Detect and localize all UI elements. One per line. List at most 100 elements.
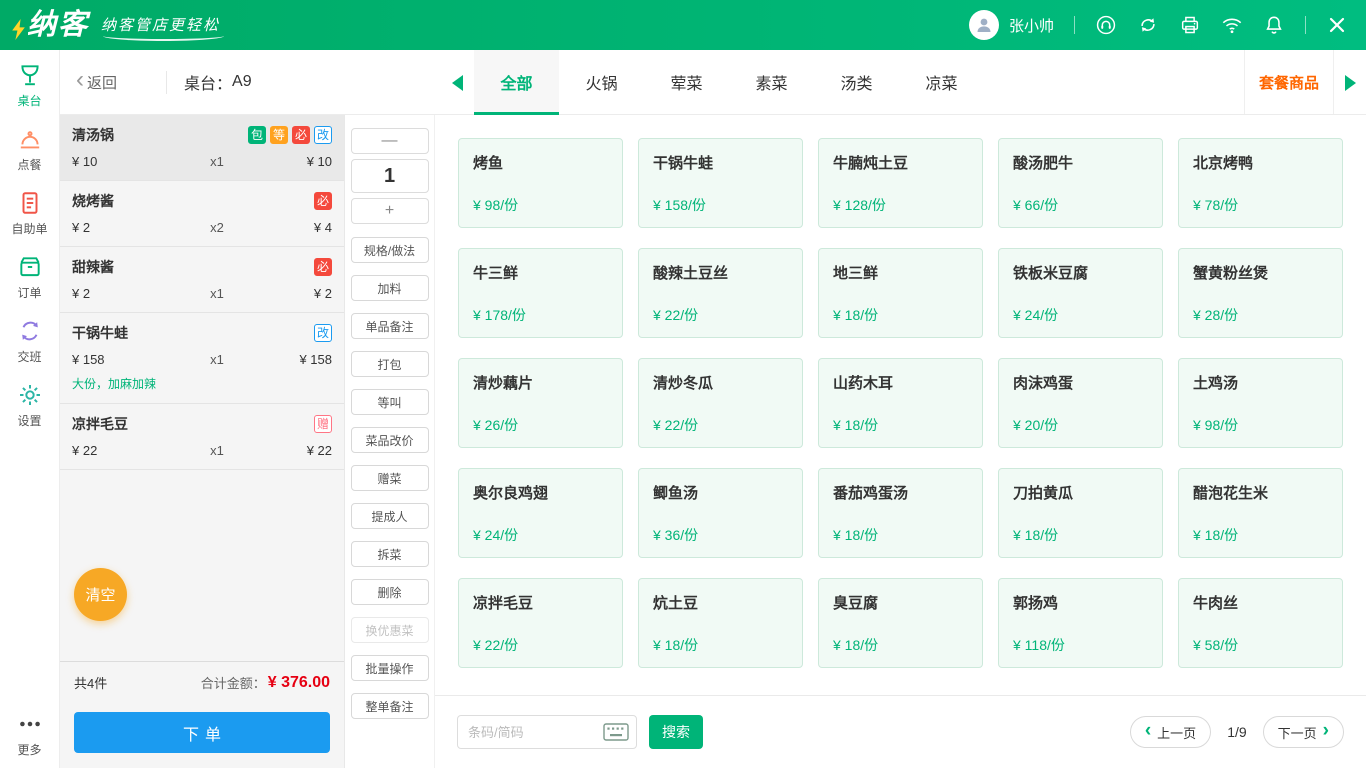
sidebar-item-shift[interactable]: 交班 [0, 318, 59, 365]
sidebar-item-self-order[interactable]: 自助单 [0, 190, 59, 237]
category-tab[interactable]: 火锅 [559, 50, 644, 114]
menu-item-card[interactable]: 酸辣土豆丝 ¥ 22/份 [638, 248, 803, 338]
order-item[interactable]: 甜辣酱 必 ¥ 2 x1 ¥ 2 [60, 247, 344, 313]
category-tab[interactable]: 汤类 [814, 50, 899, 114]
menu-item-price: ¥ 18/份 [833, 417, 879, 433]
order-item[interactable]: 干锅牛蛙 改 ¥ 158 x1 ¥ 158 大份，加麻加辣 [60, 313, 344, 404]
menu-item-card[interactable]: 酸汤肥牛 ¥ 66/份 [998, 138, 1163, 228]
action-button[interactable]: 提成人 [350, 503, 429, 529]
menu-item-card[interactable]: 干锅牛蛙 ¥ 158/份 [638, 138, 803, 228]
quantity-stepper: — 1 + [350, 128, 429, 224]
qty-plus-button[interactable]: + [350, 198, 429, 224]
menu-item-card[interactable]: 蟹黄粉丝煲 ¥ 28/份 [1178, 248, 1343, 338]
close-icon[interactable] [1326, 14, 1348, 36]
menu-item-card[interactable]: 地三鲜 ¥ 18/份 [818, 248, 983, 338]
combo-products-button[interactable]: 套餐商品 [1243, 50, 1334, 114]
order-item-qty: x1 [210, 154, 224, 169]
action-button[interactable]: 删除 [350, 579, 429, 605]
sidebar-item-settings[interactable]: 设置 [0, 382, 59, 429]
menu-item-card[interactable]: 铁板米豆腐 ¥ 24/份 [998, 248, 1163, 338]
category-tab[interactable]: 素菜 [729, 50, 814, 114]
menu-item-name: 烤鱼 [473, 155, 504, 172]
menu-item-card[interactable]: 清炒藕片 ¥ 26/份 [458, 358, 623, 448]
search-input[interactable] [458, 724, 603, 740]
clear-order-button[interactable]: 清空 [74, 568, 127, 621]
action-button[interactable]: 打包 [350, 351, 429, 377]
user-name: 张小帅 [1008, 17, 1054, 35]
gear-icon [19, 385, 40, 405]
menu-item-card[interactable]: 牛肉丝 ¥ 58/份 [1178, 578, 1343, 668]
order-item[interactable]: 清汤锅 包等必改 ¥ 10 x1 ¥ 10 [60, 115, 344, 181]
sidebar-item-more[interactable]: 更多 [0, 711, 59, 758]
menu-item-card[interactable]: 清炒冬瓜 ¥ 22/份 [638, 358, 803, 448]
order-item-badge: 改 [313, 126, 332, 144]
action-button[interactable]: 单品备注 [350, 313, 429, 339]
category-tab[interactable]: 全部 [474, 50, 559, 115]
action-button[interactable]: 加料 [350, 275, 429, 301]
action-button[interactable]: 等叫 [350, 389, 429, 415]
order-item[interactable]: 凉拌毛豆 赠 ¥ 22 x1 ¥ 22 [60, 404, 344, 470]
menu-item-card[interactable]: 土鸡汤 ¥ 98/份 [1178, 358, 1343, 448]
next-page-button[interactable]: 下一页 › [1262, 716, 1344, 748]
menu-item-name: 肉沫鸡蛋 [1013, 375, 1074, 392]
menu-item-card[interactable]: 牛三鲜 ¥ 178/份 [458, 248, 623, 338]
sidebar-item-tables[interactable]: 桌台 [0, 62, 59, 109]
keyboard-icon[interactable] [603, 723, 629, 741]
menu-item-name: 奥尔良鸡翅 [473, 485, 549, 502]
menu-item-card[interactable]: 郭扬鸡 ¥ 118/份 [998, 578, 1163, 668]
menu-item-price: ¥ 98/份 [473, 197, 519, 213]
menu-item-card[interactable]: 肉沫鸡蛋 ¥ 20/份 [998, 358, 1163, 448]
topbar-divider [1305, 16, 1306, 34]
menu-item-card[interactable]: 凉拌毛豆 ¥ 22/份 [458, 578, 623, 668]
order-item-badge: 改 [313, 324, 332, 342]
avatar[interactable] [968, 10, 999, 40]
action-button[interactable]: 拆菜 [350, 541, 429, 567]
menu-item-card[interactable]: 番茄鸡蛋汤 ¥ 18/份 [818, 468, 983, 558]
brand-name: 纳客 [27, 8, 90, 41]
search-button[interactable]: 搜索 [649, 715, 703, 749]
menu-item-card[interactable]: 醋泡花生米 ¥ 18/份 [1178, 468, 1343, 558]
tabs-scroll-left-icon[interactable] [452, 75, 463, 91]
action-button[interactable]: 赠菜 [350, 465, 429, 491]
menu-item-price: ¥ 18/份 [833, 307, 879, 323]
category-tab[interactable]: 凉菜 [899, 50, 984, 114]
back-button[interactable]: ‹ 返回 [76, 50, 117, 114]
submit-order-button[interactable]: 下单 [74, 712, 330, 753]
printer-icon[interactable] [1179, 14, 1201, 36]
menu-item-card[interactable]: 北京烤鸭 ¥ 78/份 [1178, 138, 1343, 228]
order-item-badges: 必 [313, 258, 332, 276]
menu-item-card[interactable]: 牛腩炖土豆 ¥ 128/份 [818, 138, 983, 228]
category-tab[interactable]: 荤菜 [644, 50, 729, 114]
order-item-qty: x2 [210, 220, 224, 235]
order-count: 共4件 [74, 676, 108, 691]
sidebar-item-orders[interactable]: 订单 [0, 254, 59, 301]
prev-page-button[interactable]: ‹ 上一页 [1129, 716, 1212, 748]
menu-item-card[interactable]: 烤鱼 ¥ 98/份 [458, 138, 623, 228]
bell-icon[interactable] [1263, 14, 1285, 36]
menu-item-card[interactable]: 刀拍黄瓜 ¥ 18/份 [998, 468, 1163, 558]
service-icon[interactable] [1095, 14, 1117, 36]
table-label: 桌台： [184, 76, 233, 93]
menu-item-card[interactable]: 鲫鱼汤 ¥ 36/份 [638, 468, 803, 558]
menu-item-card[interactable]: 奥尔良鸡翅 ¥ 24/份 [458, 468, 623, 558]
menu-item-card[interactable]: 山药木耳 ¥ 18/份 [818, 358, 983, 448]
action-button[interactable]: 批量操作 [350, 655, 429, 681]
action-button[interactable]: 菜品改价 [350, 427, 429, 453]
back-label: 返回 [87, 74, 118, 92]
qty-minus-button[interactable]: — [350, 128, 429, 154]
menu-item-price: ¥ 22/份 [473, 637, 519, 653]
menu-area: 烤鱼 ¥ 98/份 干锅牛蛙 ¥ 158/份 牛腩炖土豆 ¥ 128/份 酸汤肥… [435, 115, 1366, 768]
menu-item-card[interactable]: 炕土豆 ¥ 18/份 [638, 578, 803, 668]
sync-icon[interactable] [1137, 14, 1159, 36]
menu-item-name: 郭扬鸡 [1013, 595, 1059, 612]
action-button[interactable]: 规格/做法 [350, 237, 429, 263]
action-button[interactable]: 换优惠菜 [350, 617, 429, 643]
sidebar-item-ordering[interactable]: 点餐 [0, 126, 59, 173]
action-buttons: 规格/做法 加料 单品备注 打包 等叫 菜品改价 赠菜 提成人 拆菜 删除 换优… [350, 237, 429, 719]
order-summary: 共4件 合计金额： ¥ 376.00 [60, 661, 344, 703]
wifi-icon[interactable] [1221, 14, 1243, 36]
order-item[interactable]: 烧烤酱 必 ¥ 2 x2 ¥ 4 [60, 181, 344, 247]
action-button[interactable]: 整单备注 [350, 693, 429, 719]
menu-item-card[interactable]: 臭豆腐 ¥ 18/份 [818, 578, 983, 668]
tabs-scroll-right-icon[interactable] [1345, 75, 1356, 91]
